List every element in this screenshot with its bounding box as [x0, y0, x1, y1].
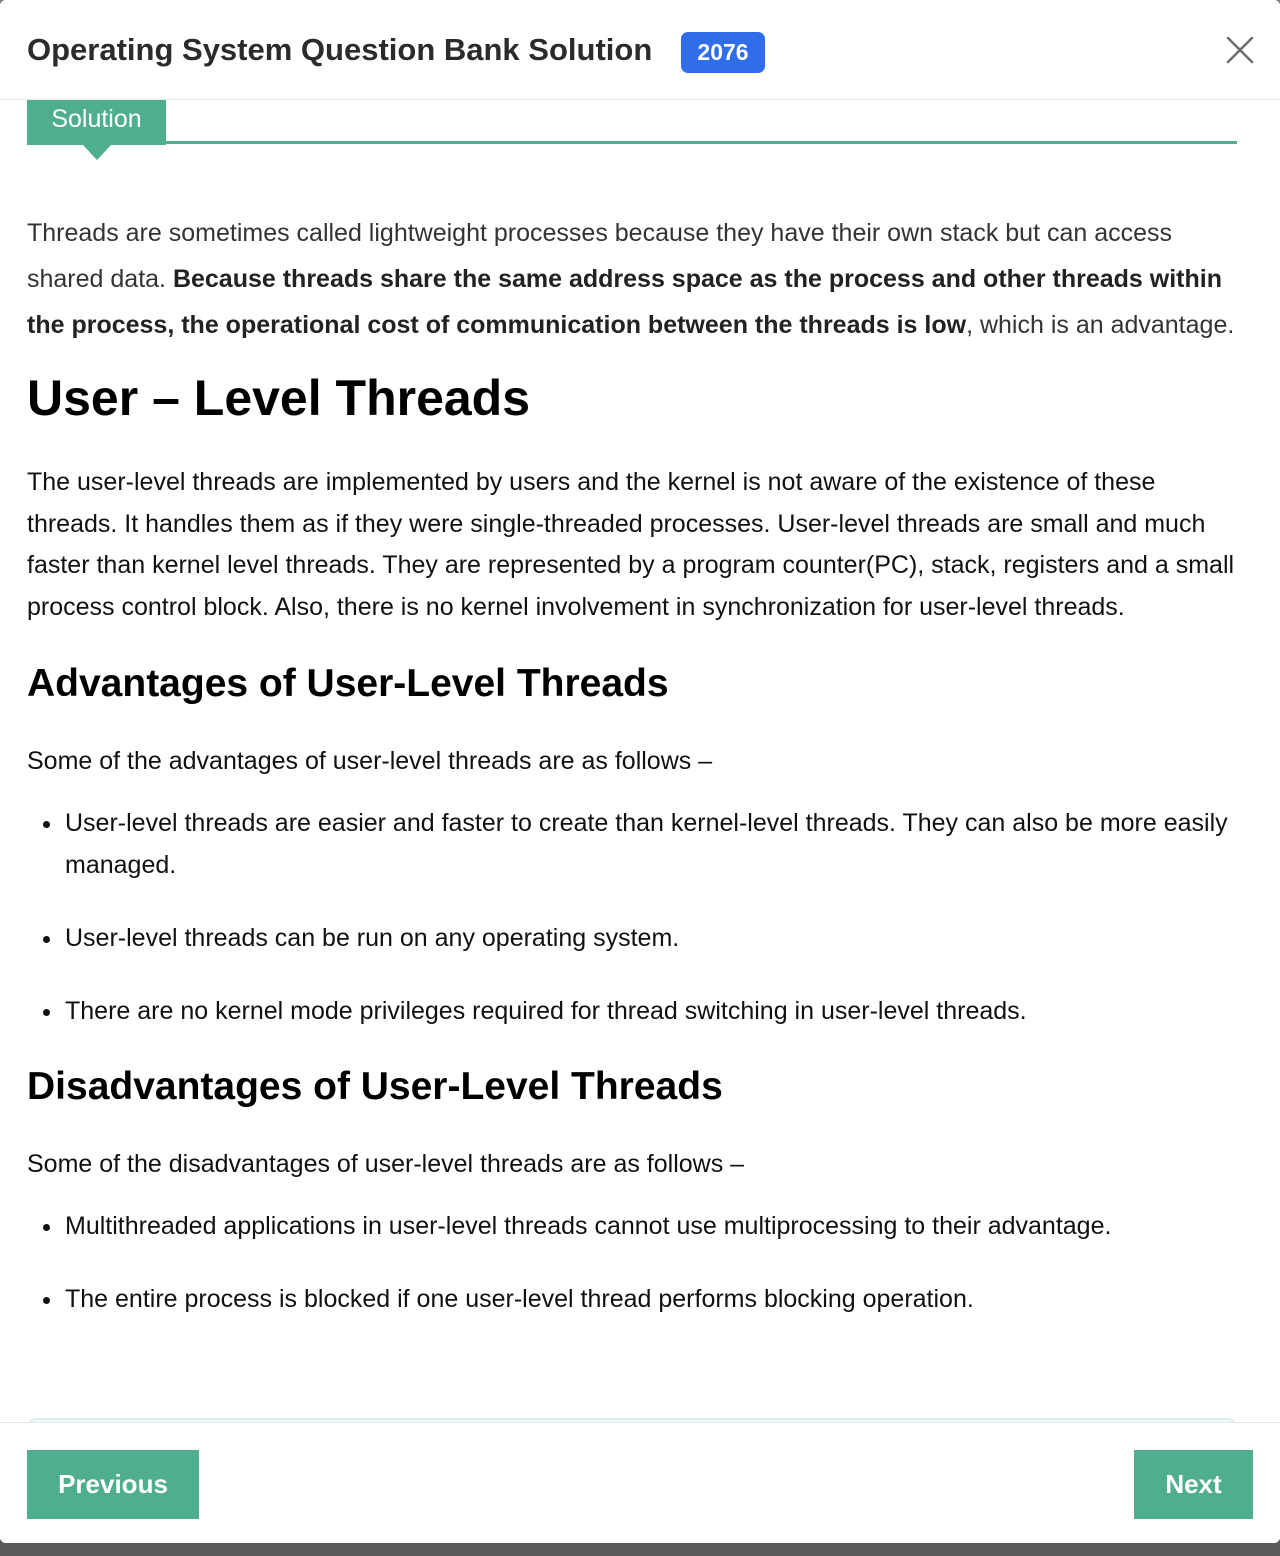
solution-tab-pointer	[83, 145, 111, 160]
modal-body[interactable]: Solution Threads are sometimes called li…	[0, 100, 1280, 1422]
previous-button[interactable]: Previous	[27, 1450, 199, 1519]
intro-text-end: , which is an advantage.	[966, 311, 1235, 339]
modal-footer: Previous Next	[0, 1422, 1280, 1543]
next-button[interactable]: Next	[1134, 1450, 1253, 1519]
list-item: User-level threads are easier and faster…	[27, 802, 1242, 886]
solution-content: Threads are sometimes called lightweight…	[27, 210, 1242, 1351]
modal-title: Operating System Question Bank Solution	[27, 32, 653, 67]
advantages-lead: Some of the advantages of user-level thr…	[27, 747, 713, 776]
disadvantages-lead: Some of the disadvantages of user-level …	[27, 1150, 745, 1179]
intro-paragraph: Threads are sometimes called lightweight…	[27, 210, 1242, 348]
modal-header: Operating System Question Bank Solution …	[0, 0, 1280, 100]
close-button[interactable]	[1220, 30, 1260, 70]
list-item: The entire process is blocked if one use…	[27, 1278, 1242, 1320]
disadvantages-list: Multithreaded applications in user-level…	[27, 1205, 1242, 1320]
solution-tab: Solution	[27, 100, 166, 145]
heading-user-level-threads: User – Level Threads	[27, 370, 531, 426]
solution-modal: Operating System Question Bank Solution …	[0, 0, 1280, 1543]
close-icon	[1226, 36, 1254, 64]
heading-disadvantages: Disadvantages of User-Level Threads	[27, 1065, 723, 1109]
heading-advantages: Advantages of User-Level Threads	[27, 662, 669, 706]
advantages-list: User-level threads are easier and faster…	[27, 802, 1242, 1032]
list-item: User-level threads can be run on any ope…	[27, 917, 1242, 959]
year-badge: 2076	[681, 32, 765, 73]
solution-tab-header: Solution	[27, 100, 1237, 164]
list-item: There are no kernel mode privileges requ…	[27, 990, 1242, 1032]
user-level-paragraph: The user-level threads are implemented b…	[27, 468, 1235, 621]
solution-divider	[166, 141, 1237, 144]
list-item: Multithreaded applications in user-level…	[27, 1205, 1242, 1247]
